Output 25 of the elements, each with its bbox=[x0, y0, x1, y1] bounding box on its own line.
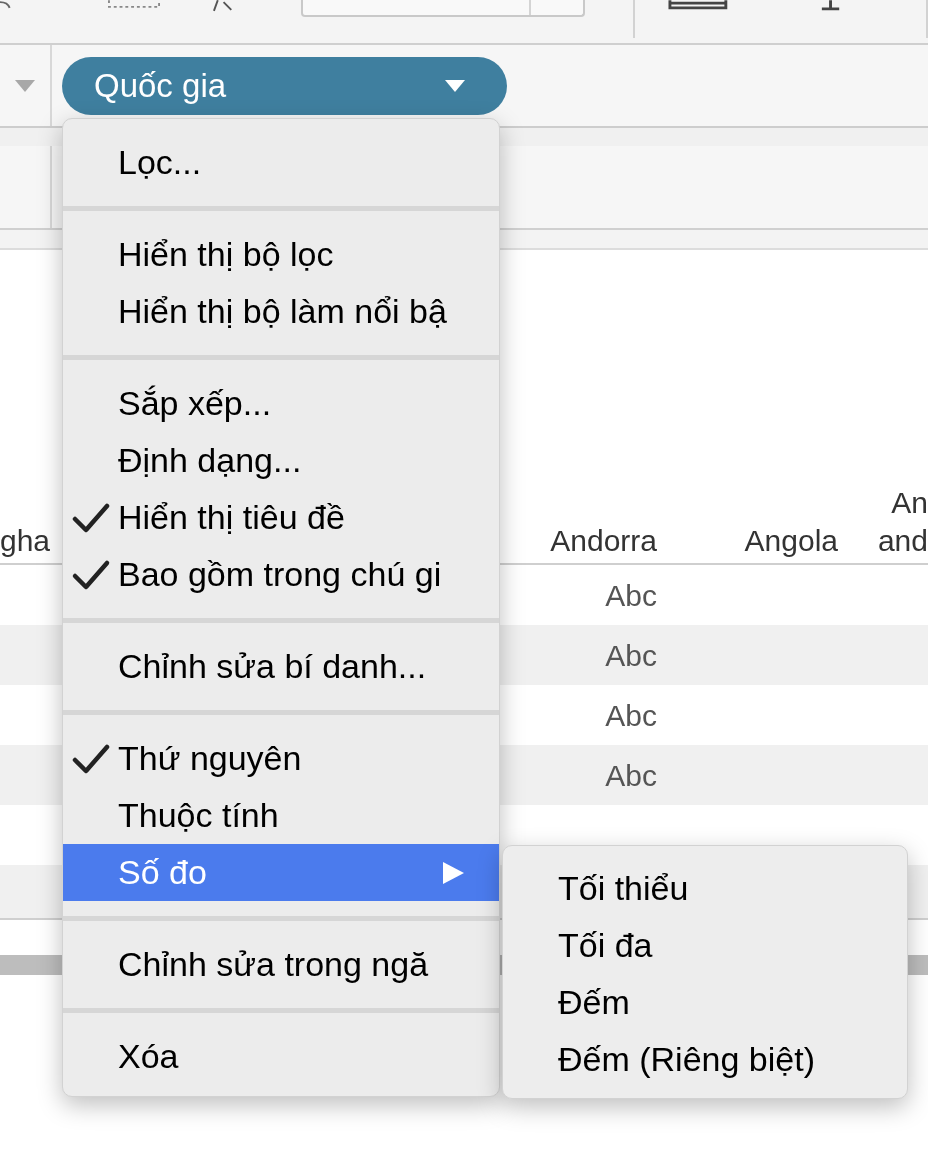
shelf-pill[interactable]: Quốc gia bbox=[62, 56, 507, 115]
menu-item[interactable]: Số đo bbox=[63, 844, 499, 901]
menu-item[interactable]: Hiển thị bộ lọc bbox=[63, 226, 499, 283]
table-cell-text: Abc bbox=[605, 697, 657, 734]
table-cell-text: Abc bbox=[605, 577, 657, 614]
menu-item[interactable]: Định dạng... bbox=[63, 432, 499, 489]
menu-item[interactable]: Chỉnh sửa trong ngă bbox=[63, 936, 499, 993]
menu-item[interactable]: Đếm bbox=[503, 974, 907, 1031]
menu-item[interactable]: Hiển thị tiêu đề bbox=[63, 489, 499, 546]
column-header: gha bbox=[0, 522, 51, 559]
column-header: Andorra bbox=[550, 522, 657, 559]
table-cell-text: Abc bbox=[605, 757, 657, 794]
menu-item[interactable]: Hiển thị bộ làm nổi bậ bbox=[63, 283, 499, 340]
menu-item[interactable]: Chỉnh sửa bí danh... bbox=[63, 638, 499, 695]
table-cell-text: Abc bbox=[605, 637, 657, 674]
menu-item[interactable]: Tối thiểu bbox=[503, 860, 907, 917]
column-header: An and bbox=[877, 485, 928, 559]
menu-item[interactable]: Thuộc tính bbox=[63, 787, 499, 844]
menu-item[interactable]: Sắp xếp... bbox=[63, 375, 499, 432]
menu-item[interactable]: Thứ nguyên bbox=[63, 730, 499, 787]
menu-item[interactable]: Đếm (Riêng biệt) bbox=[503, 1031, 907, 1088]
menu-item[interactable]: Tối đa bbox=[503, 917, 907, 974]
column-header: Angola bbox=[744, 522, 838, 559]
menu-item[interactable]: Xóa bbox=[63, 1028, 499, 1085]
menu-item[interactable]: Bao gồm trong chú gi bbox=[63, 546, 499, 603]
